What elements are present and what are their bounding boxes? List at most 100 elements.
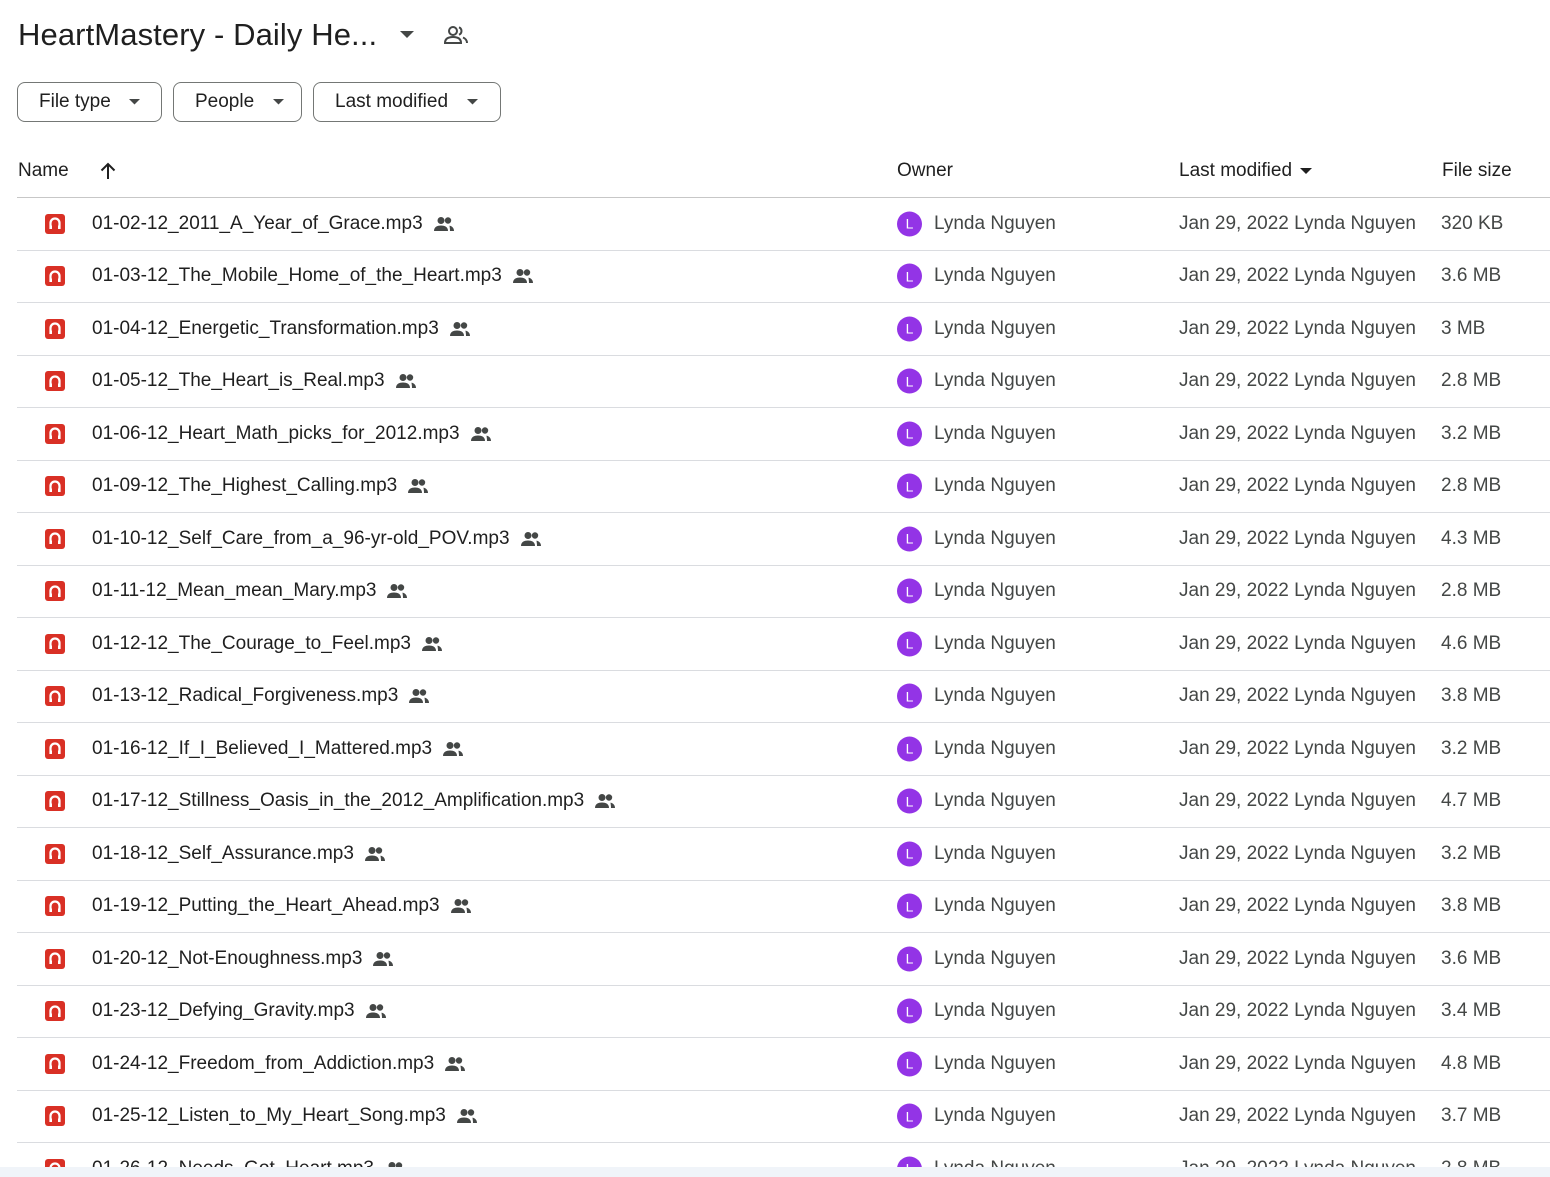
file-name-cell[interactable]: 01-18-12_Self_Assurance.mp3 [92, 843, 388, 865]
file-name-cell[interactable]: 01-16-12_If_I_Believed_I_Mattered.mp3 [92, 738, 466, 760]
file-size-cell: 2.8 MB [1441, 370, 1502, 392]
file-name-cell[interactable]: 01-17-12_Stillness_Oasis_in_the_2012_Amp… [92, 790, 618, 812]
shared-icon [372, 949, 396, 969]
arrow-drop-down-icon [462, 99, 482, 105]
file-size-cell: 3.2 MB [1441, 842, 1502, 864]
owner-avatar: L [897, 946, 922, 972]
file-name-cell[interactable]: 01-04-12_Energetic_Transformation.mp3 [92, 318, 473, 340]
last-modified-filter[interactable]: Last modified [313, 82, 501, 122]
owner-name: Lynda Nguyen [934, 1052, 1056, 1074]
owner-avatar: L [897, 683, 922, 709]
file-name: 01-06-12_Heart_Math_picks_for_2012.mp3 [92, 422, 460, 444]
owner-avatar: L [897, 841, 922, 867]
file-size-cell: 3.8 MB [1441, 895, 1502, 917]
arrow-drop-down-icon[interactable] [393, 21, 421, 49]
owner-name: Lynda Nguyen [934, 212, 1056, 234]
last-modified-cell: Jan 29, 2022 Lynda Nguyen [1179, 632, 1416, 654]
file-name-cell[interactable]: 01-25-12_Listen_to_My_Heart_Song.mp3 [92, 1105, 480, 1127]
owner-header-label: Owner [897, 160, 953, 181]
owner-avatar: L [897, 1156, 922, 1167]
file-size-cell: 3 MB [1441, 317, 1486, 339]
file-name-cell[interactable]: 01-10-12_Self_Care_from_a_96-yr-old_POV.… [92, 528, 544, 550]
file-size-cell: 2.8 MB [1441, 475, 1502, 497]
owner-name: Lynda Nguyen [934, 475, 1056, 497]
arrow-upward-icon[interactable] [99, 162, 117, 180]
table-row[interactable]: 01-19-12_Putting_the_Heart_Ahead.mp3 L Lyn… [17, 881, 1550, 933]
file-name-cell[interactable]: 01-11-12_Mean_mean_Mary.mp3 [92, 580, 410, 602]
owner-name: Lynda Nguyen [934, 265, 1056, 287]
file-rows: 01-02-12_2011_A_Year_of_Grace.mp3 L Lynda … [17, 198, 1550, 1167]
file-name: 01-13-12_Radical_Forgiveness.mp3 [92, 685, 399, 707]
people-icon[interactable] [441, 20, 471, 50]
name-column-header[interactable]: Name [18, 156, 117, 186]
owner-avatar: L [897, 1051, 922, 1077]
last-modified-column-header[interactable]: Last modified [1179, 156, 1313, 186]
last-modified-header-label: Last modified [1179, 160, 1293, 181]
file-size-cell: 3.6 MB [1441, 947, 1502, 969]
table-row[interactable]: 01-26-12_Needs_Got_Heart.mp3 L Lynda Nguye… [17, 1143, 1550, 1167]
table-row[interactable]: 01-06-12_Heart_Math_picks_for_2012.mp3 L L… [17, 408, 1550, 461]
file-name-cell[interactable]: 01-12-12_The_Courage_to_Feel.mp3 [92, 633, 445, 655]
folder-title[interactable]: HeartMastery - Daily He... [18, 17, 377, 53]
table-row[interactable]: 01-18-12_Self_Assurance.mp3 L Lynda Nguyen… [17, 828, 1550, 881]
shared-icon [395, 371, 419, 391]
audio-file-icon [45, 318, 65, 339]
file-name-cell[interactable]: 01-26-12_Needs_Got_Heart.mp3 [92, 1158, 408, 1167]
file-name-cell[interactable]: 01-23-12_Defying_Gravity.mp3 [92, 1000, 389, 1022]
audio-file-icon [45, 423, 65, 444]
owner-avatar: L [897, 998, 922, 1024]
file-name: 01-02-12_2011_A_Year_of_Grace.mp3 [92, 212, 423, 234]
people-filter[interactable]: People [173, 82, 302, 122]
file-name-cell[interactable]: 01-03-12_The_Mobile_Home_of_the_Heart.mp… [92, 265, 536, 287]
table-row[interactable]: 01-12-12_The_Courage_to_Feel.mp3 L Lynda N… [17, 618, 1550, 671]
table-row[interactable]: 01-13-12_Radical_Forgiveness.mp3 L Lynda N… [17, 671, 1550, 723]
table-row[interactable]: 01-11-12_Mean_mean_Mary.mp3 L Lynda Nguyen… [17, 566, 1550, 618]
table-row[interactable]: 01-23-12_Defying_Gravity.mp3 L Lynda Nguye… [17, 986, 1550, 1038]
owner-name: Lynda Nguyen [934, 580, 1056, 602]
file-name: 01-04-12_Energetic_Transformation.mp3 [92, 317, 439, 339]
owner-column-header[interactable]: Owner [897, 156, 953, 186]
file-name: 01-16-12_If_I_Believed_I_Mattered.mp3 [92, 737, 433, 759]
table-row[interactable]: 01-25-12_Listen_to_My_Heart_Song.mp3 L Lyn… [17, 1091, 1550, 1143]
last-modified-cell: Jan 29, 2022 Lynda Nguyen [1179, 790, 1416, 812]
table-row[interactable]: 01-04-12_Energetic_Transformation.mp3 L Ly… [17, 303, 1550, 356]
table-row[interactable]: 01-24-12_Freedom_from_Addiction.mp3 L Lynd… [17, 1038, 1550, 1091]
file-name: 01-09-12_The_Highest_Calling.mp3 [92, 475, 398, 497]
owner-name: Lynda Nguyen [934, 317, 1056, 339]
audio-file-icon [45, 791, 65, 812]
file-name-cell[interactable]: 01-06-12_Heart_Math_picks_for_2012.mp3 [92, 423, 494, 445]
table-row[interactable]: 01-09-12_The_Highest_Calling.mp3 L Lynda N… [17, 461, 1550, 513]
table-row[interactable]: 01-17-12_Stillness_Oasis_in_the_2012_Amp… [17, 776, 1550, 828]
file-list: 01-02-12_2011_A_Year_of_Grace.mp3 L Lynda … [0, 198, 1550, 1167]
file-size-header-label: File size [1442, 160, 1512, 181]
owner-avatar: L [897, 788, 922, 814]
table-row[interactable]: 01-02-12_2011_A_Year_of_Grace.mp3 L Lynda … [17, 198, 1550, 251]
file-size-cell: 3.6 MB [1441, 265, 1502, 287]
file-name-cell[interactable]: 01-09-12_The_Highest_Calling.mp3 [92, 475, 431, 497]
file-name-cell[interactable]: 01-02-12_2011_A_Year_of_Grace.mp3 [92, 213, 457, 235]
table-row[interactable]: 01-20-12_Not-Enoughness.mp3 L Lynda Nguyen… [17, 933, 1550, 986]
file-size-column-header[interactable]: File size [1442, 156, 1512, 186]
file-name-cell[interactable]: 01-05-12_The_Heart_is_Real.mp3 [92, 370, 419, 392]
last-modified-cell: Jan 29, 2022 Lynda Nguyen [1179, 265, 1416, 287]
file-name-cell[interactable]: 01-13-12_Radical_Forgiveness.mp3 [92, 685, 432, 707]
file-name: 01-24-12_Freedom_from_Addiction.mp3 [92, 1052, 435, 1074]
last-modified-cell: Jan 29, 2022 Lynda Nguyen [1179, 317, 1416, 339]
file-name: 01-26-12_Needs_Got_Heart.mp3 [92, 1158, 374, 1167]
file-name-cell[interactable]: 01-20-12_Not-Enoughness.mp3 [92, 948, 396, 970]
audio-file-icon [45, 1106, 65, 1127]
table-row[interactable]: 01-03-12_The_Mobile_Home_of_the_Heart.mp… [17, 251, 1550, 303]
file-size-cell: 3.8 MB [1441, 685, 1502, 707]
last-modified-cell: Jan 29, 2022 Lynda Nguyen [1179, 212, 1416, 234]
table-row[interactable]: 01-16-12_If_I_Believed_I_Mattered.mp3 L Ly… [17, 723, 1550, 776]
file-name-cell[interactable]: 01-24-12_Freedom_from_Addiction.mp3 [92, 1053, 468, 1075]
table-row[interactable]: 01-05-12_The_Heart_is_Real.mp3 L Lynda Ngu… [17, 356, 1550, 408]
file-name: 01-23-12_Defying_Gravity.mp3 [92, 1000, 355, 1022]
last-modified-cell: Jan 29, 2022 Lynda Nguyen [1179, 1158, 1416, 1167]
audio-file-icon [45, 371, 65, 392]
table-row[interactable]: 01-10-12_Self_Care_from_a_96-yr-old_POV.… [17, 513, 1550, 566]
file-name-cell[interactable]: 01-19-12_Putting_the_Heart_Ahead.mp3 [92, 895, 474, 917]
owner-name: Lynda Nguyen [934, 422, 1056, 444]
file-type-filter[interactable]: File type [17, 82, 162, 122]
owner-avatar: L [897, 1103, 922, 1129]
